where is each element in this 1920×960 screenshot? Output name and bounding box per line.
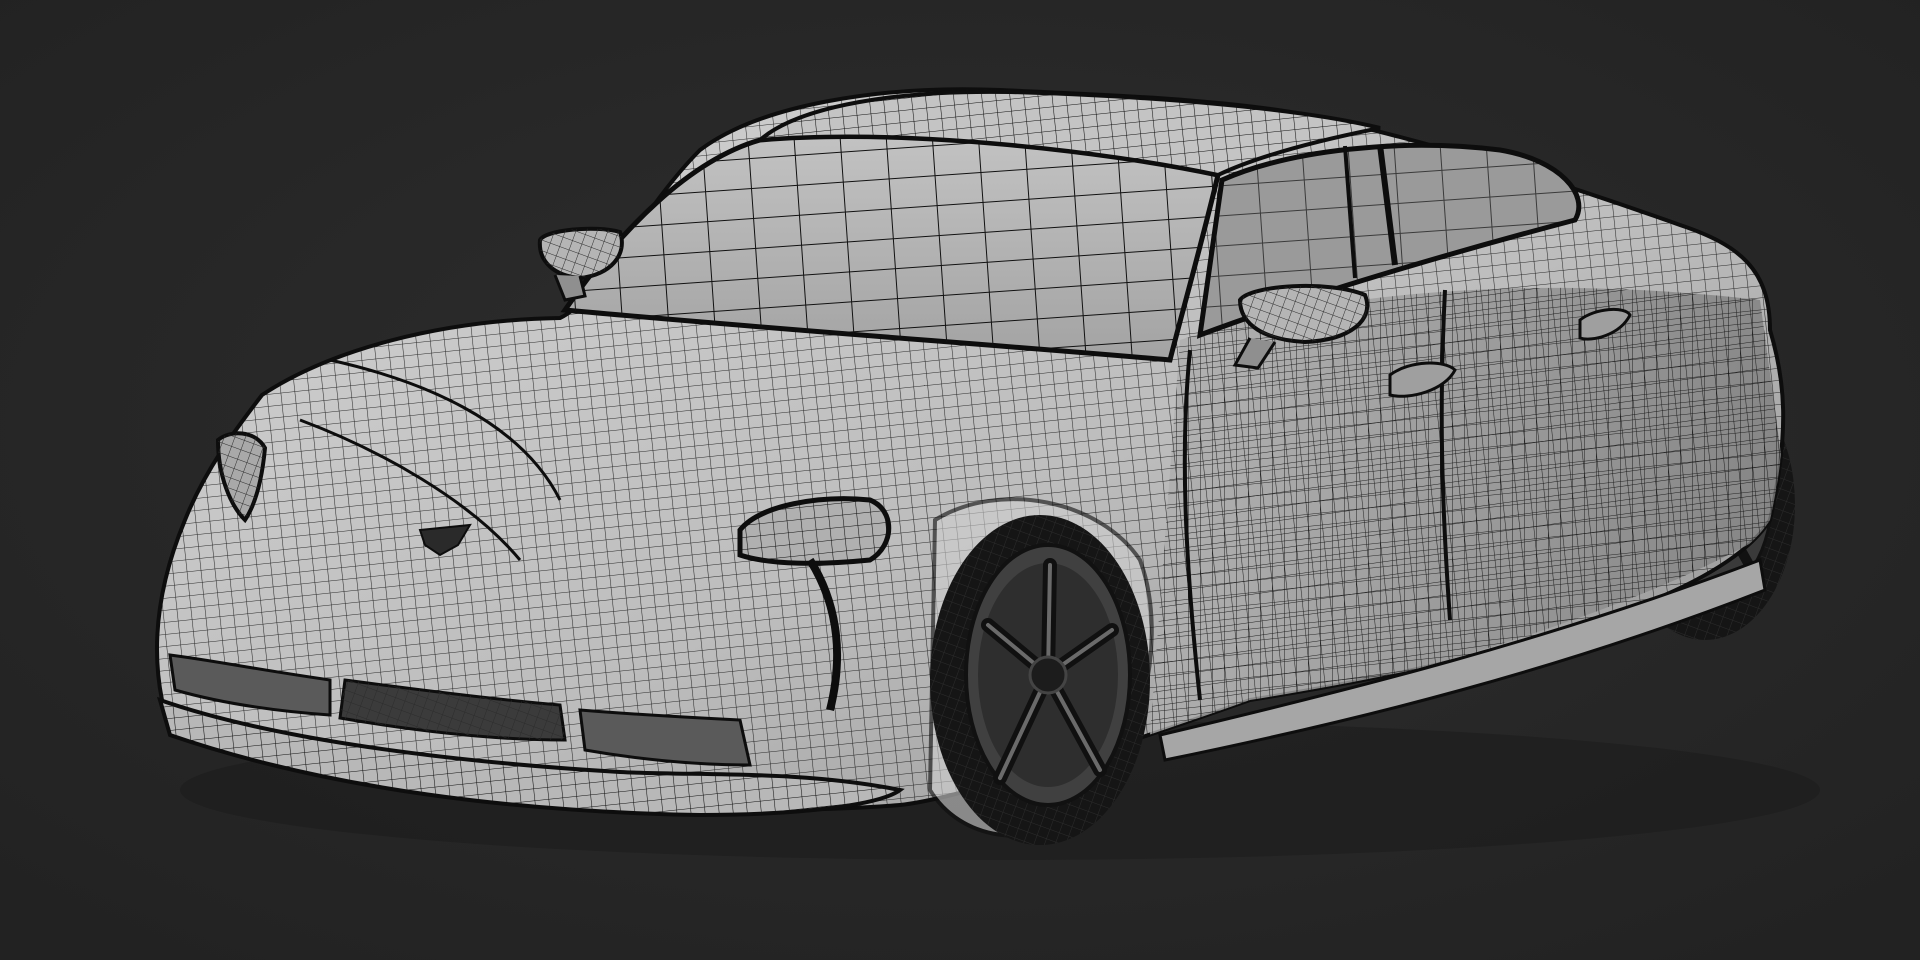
front-right-wheel: [927, 497, 1154, 845]
car-wireframe-render: [0, 0, 1920, 960]
